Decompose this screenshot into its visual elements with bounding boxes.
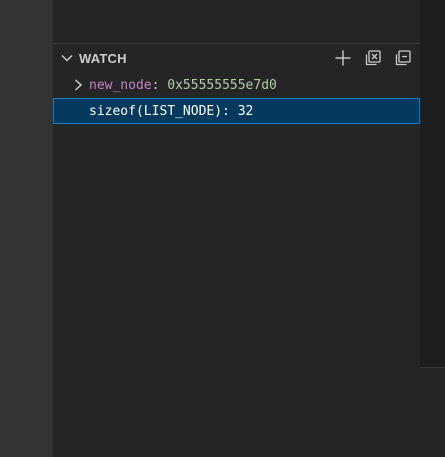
name-value-separator: : <box>151 77 168 93</box>
refresh-all-button[interactable] <box>362 48 384 68</box>
watch-item-new-node[interactable]: new_node : 0x55555555e7d0 <box>53 72 420 98</box>
watch-actions <box>332 48 414 68</box>
plus-icon <box>335 50 351 66</box>
watch-title: WATCH <box>79 50 127 66</box>
watch-item-sizeof-list-node[interactable]: sizeof(LIST_NODE): 32 <box>53 98 420 124</box>
watch-expression: sizeof(LIST_NODE): 32 <box>89 103 254 119</box>
variable-value: 0x55555555e7d0 <box>167 77 277 93</box>
chevron-right-icon[interactable] <box>71 72 85 98</box>
row-indent <box>53 98 89 124</box>
collapse-all-button[interactable] <box>392 48 414 68</box>
collapse-all-icon <box>395 50 411 66</box>
editor-scroll-region <box>420 367 445 457</box>
watch-section-header[interactable]: WATCH <box>53 44 420 72</box>
add-expression-button[interactable] <box>332 48 354 68</box>
activity-bar <box>0 0 53 457</box>
watch-tree: new_node : 0x55555555e7d0 sizeof(LIST_NO… <box>53 72 420 124</box>
chevron-down-icon[interactable] <box>55 44 79 72</box>
variable-name: new_node <box>89 77 152 93</box>
refresh-icon <box>365 50 381 66</box>
debug-view: WATCH new_node: 0x55555555e7d0 sizeof(L… <box>0 0 445 457</box>
